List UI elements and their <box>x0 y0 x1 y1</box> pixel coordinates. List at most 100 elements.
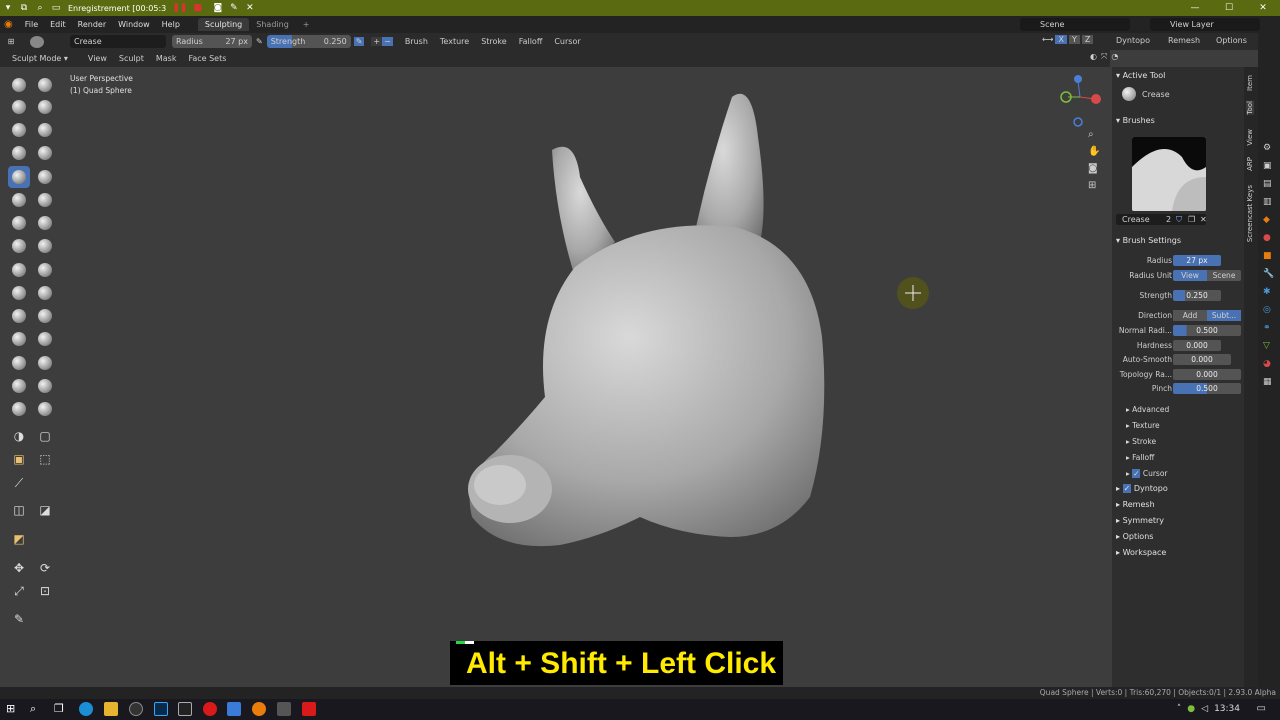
remesh-panel[interactable]: ▸ Remesh <box>1116 500 1155 509</box>
tool-thumb[interactable] <box>8 282 30 304</box>
unit-scene-button[interactable]: Scene <box>1207 270 1241 281</box>
capture-tool-icon[interactable] <box>277 702 291 716</box>
tool-draw[interactable] <box>8 74 30 96</box>
pressure-icon[interactable]: ✎ <box>256 37 263 46</box>
tool-boundary[interactable] <box>34 328 56 350</box>
menu-icon[interactable]: ▾ <box>0 3 16 13</box>
tool-inflate[interactable] <box>8 142 30 164</box>
dyntopo-panel[interactable]: ▸ ✓ Dyntopo <box>1116 484 1168 493</box>
direction-add-button[interactable]: Add <box>1173 310 1207 321</box>
tool-line-project[interactable]: ⟋ <box>8 472 30 494</box>
menu-edit[interactable]: Edit <box>44 20 72 29</box>
tab-shading[interactable]: Shading <box>249 18 296 31</box>
brushes-panel[interactable]: ▾ Brushes <box>1116 116 1155 125</box>
strength-field[interactable]: 0.250 <box>1173 290 1221 301</box>
checkbox-icon[interactable]: ✓ <box>1132 469 1141 478</box>
radius-field[interactable]: Radius 27 px <box>172 35 252 48</box>
output-props-icon[interactable]: ▤ <box>1263 179 1274 189</box>
tool-fill[interactable] <box>34 189 56 211</box>
strength-field[interactable]: Strength 0.250 <box>266 35 351 48</box>
render-props-icon[interactable]: ▣ <box>1263 161 1274 171</box>
tab-view[interactable]: View <box>1246 129 1254 146</box>
tool-multiplane-scrape[interactable] <box>34 212 56 234</box>
duplicate-icon[interactable]: ❐ <box>1188 214 1195 225</box>
tool-elastic[interactable] <box>8 259 30 281</box>
workspace-panel[interactable]: ▸ Workspace <box>1116 548 1166 557</box>
radius-field[interactable]: 27 px <box>1173 255 1221 266</box>
active-tool-row[interactable]: Crease <box>1122 87 1170 101</box>
tool-blob[interactable] <box>34 142 56 164</box>
tool-mask[interactable] <box>8 375 30 397</box>
direction-add-icon[interactable]: + <box>371 37 383 46</box>
tab-screencast-keys[interactable]: Screencast Keys <box>1246 185 1254 242</box>
terminal-icon[interactable] <box>178 702 192 716</box>
tool-clay-thumb[interactable] <box>8 119 30 141</box>
tool-grab[interactable] <box>34 235 56 257</box>
menu-window[interactable]: Window <box>112 20 156 29</box>
task-view-icon[interactable]: ❐ <box>54 702 68 716</box>
editor-type-icon[interactable]: ⊞ <box>0 37 22 46</box>
camera-view-icon[interactable]: ◙ <box>1088 163 1100 174</box>
brush-preview-icon[interactable] <box>30 35 44 48</box>
autosmooth-field[interactable]: 0.000 <box>1173 354 1231 365</box>
menu-render[interactable]: Render <box>72 20 112 29</box>
tool-draw-face-sets[interactable] <box>34 375 56 397</box>
brush-dropdown[interactable]: Brush <box>399 37 434 46</box>
strength-pressure-icon[interactable]: ✎ <box>353 37 365 46</box>
pause-icon[interactable]: ❚❚ <box>172 3 187 13</box>
tool-crease[interactable] <box>8 166 30 188</box>
tray-expand-icon[interactable]: ˄ <box>1177 704 1182 714</box>
menu-help[interactable]: Help <box>156 20 186 29</box>
gizmo-icon[interactable]: ⤧ <box>1101 52 1107 62</box>
blender-icon[interactable] <box>252 702 266 716</box>
data-props-icon[interactable]: ▽ <box>1263 341 1274 351</box>
tool-pinch[interactable] <box>8 235 30 257</box>
active-tool-panel[interactable]: ▾ Active Tool <box>1116 71 1165 80</box>
brush-slot-field[interactable]: Crease 2 ⛉ ❐ ✕ <box>1116 214 1207 225</box>
tool-box-mask[interactable]: ◑ <box>8 425 30 447</box>
axis-y-toggle[interactable]: Y <box>1068 35 1080 44</box>
hardness-field[interactable]: 0.000 <box>1173 340 1221 351</box>
material-props-icon[interactable]: ◕ <box>1263 359 1274 369</box>
tool-edit-face-set[interactable]: ◩ <box>8 528 30 550</box>
texture-props-icon[interactable]: ▦ <box>1263 377 1274 387</box>
file-explorer-icon[interactable] <box>104 702 118 716</box>
pdf-app-icon[interactable] <box>302 702 316 716</box>
tab-tool[interactable]: Tool <box>1246 101 1254 115</box>
physics-props-icon[interactable]: ◎ <box>1263 305 1274 315</box>
symmetry-panel[interactable]: ▸ Symmetry <box>1116 516 1164 525</box>
restore-icon[interactable]: ⧉ <box>16 3 32 13</box>
falloff-subpanel[interactable]: ▸ Falloff <box>1126 453 1154 462</box>
texture-subpanel[interactable]: ▸ Texture <box>1126 421 1160 430</box>
tool-clay-strips[interactable] <box>34 96 56 118</box>
checkbox-icon[interactable]: ✓ <box>1122 484 1132 493</box>
stop-icon[interactable]: ■ <box>193 3 202 13</box>
remesh-dropdown[interactable]: Remesh <box>1162 36 1206 45</box>
close-icon[interactable]: ✕ <box>1246 0 1280 16</box>
texture-dropdown[interactable]: Texture <box>434 37 475 46</box>
tool-simplify[interactable] <box>34 352 56 374</box>
camera-icon[interactable]: ◙ <box>210 3 226 13</box>
minimize-icon[interactable]: — <box>1178 0 1212 16</box>
object-props-icon[interactable]: ■ <box>1263 251 1274 261</box>
tool-rotate-transform[interactable]: ⟳ <box>34 557 56 579</box>
sculpt-mode-dropdown[interactable]: Sculpt Mode ▾ <box>6 54 74 63</box>
topology-field[interactable]: 0.000 <box>1173 369 1241 380</box>
overlay-icon[interactable]: ◔ <box>1111 52 1118 62</box>
tool-snake-hook[interactable] <box>34 259 56 281</box>
tab-arp[interactable]: ARP <box>1246 157 1254 171</box>
tool-move[interactable]: ✥ <box>8 557 30 579</box>
visibility-icon[interactable]: ◐ <box>1090 52 1097 62</box>
tool-cloth-filter[interactable]: ◪ <box>34 499 56 521</box>
options-dropdown[interactable]: Options <box>1210 36 1253 45</box>
sculpt-model[interactable] <box>0 67 1110 687</box>
unlink-icon[interactable]: ✕ <box>1200 214 1207 225</box>
box-app-icon[interactable] <box>227 702 241 716</box>
obs-icon[interactable] <box>129 702 143 716</box>
tool-transform[interactable]: ⊡ <box>34 580 56 602</box>
advanced-subpanel[interactable]: ▸ Advanced <box>1126 405 1169 414</box>
pan-hand-icon[interactable]: ✋ <box>1088 146 1100 157</box>
folder-icon[interactable]: ▭ <box>48 3 64 13</box>
network-icon[interactable]: ● <box>1187 704 1195 714</box>
direction-subtract-button[interactable]: Subt... <box>1207 310 1241 321</box>
